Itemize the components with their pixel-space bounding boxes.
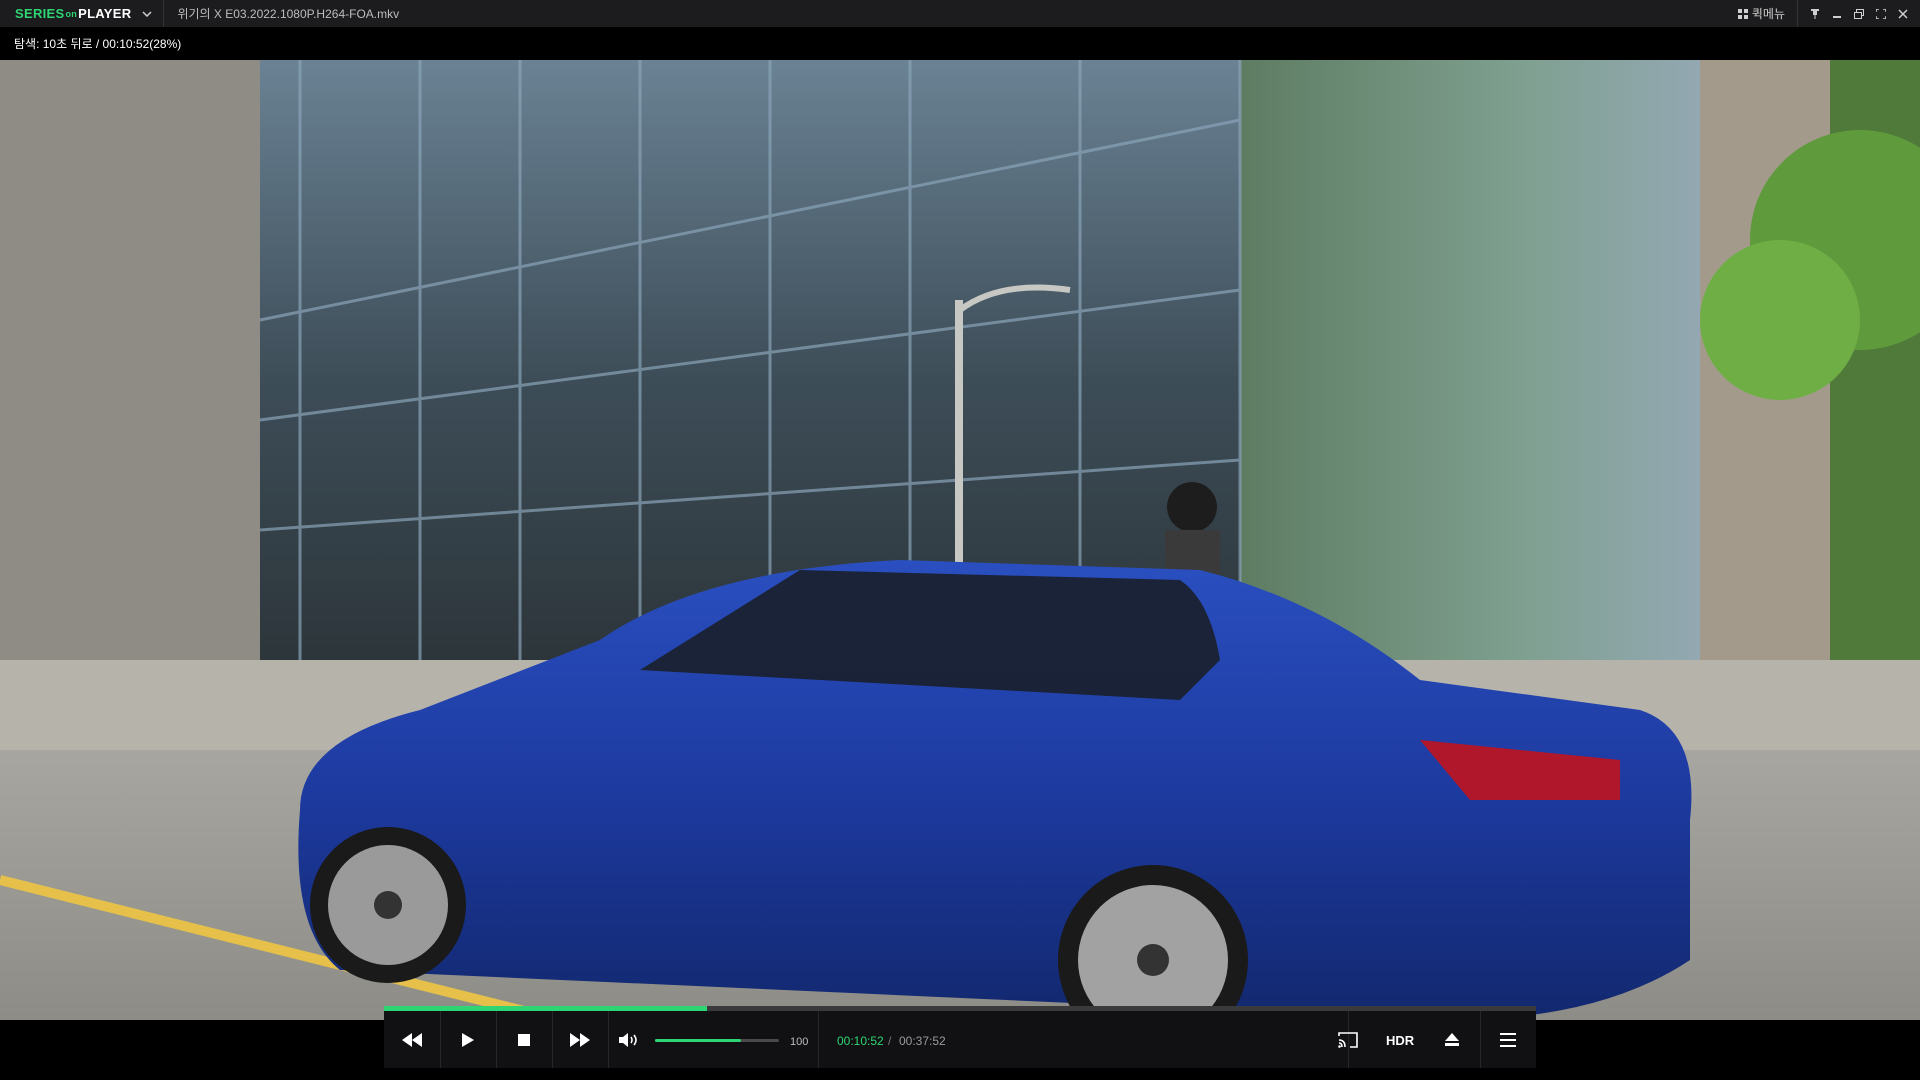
- pin-button[interactable]: [1804, 0, 1826, 27]
- player-control-bar: 100 00:10:52 / 00:37:52 HDR: [384, 1006, 1536, 1068]
- volume-icon: [619, 1032, 637, 1047]
- pin-icon: [1811, 8, 1819, 19]
- eject-button[interactable]: [1424, 1011, 1480, 1068]
- expand-icon: [1876, 8, 1886, 19]
- time-separator: /: [888, 1034, 892, 1048]
- title-bar: SERIES on PLAYER 위기의 X E03.2022.1080P.H2…: [0, 0, 1920, 27]
- restore-button[interactable]: [1848, 0, 1870, 27]
- chevron-down-icon[interactable]: [137, 4, 157, 24]
- grid-icon: [1737, 8, 1748, 19]
- rewind-button[interactable]: [384, 1011, 440, 1068]
- restore-icon: [1854, 8, 1864, 19]
- mute-button[interactable]: [608, 1011, 652, 1068]
- video-frame[interactable]: [0, 60, 1920, 1020]
- volume-value: 100: [790, 1036, 809, 1048]
- osd-message: 탐색: 10초 뒤로 / 00:10:52(28%): [14, 37, 182, 51]
- play-button[interactable]: [440, 1011, 496, 1068]
- logo-text-series: SERIES: [15, 6, 65, 21]
- window-controls: 퀵메뉴: [1737, 0, 1920, 27]
- play-icon: [462, 1032, 474, 1047]
- quick-menu-label: 퀵메뉴: [1751, 7, 1785, 21]
- file-title: 위기의 X E03.2022.1080P.H264-FOA.mkv: [177, 7, 400, 21]
- volume-slider[interactable]: [655, 1039, 779, 1042]
- osd-bar: 탐색: 10초 뒤로 / 00:10:52(28%): [0, 27, 1920, 60]
- quick-menu-button[interactable]: 퀵메뉴: [1737, 5, 1785, 22]
- logo-text-player: PLAYER: [78, 6, 132, 21]
- control-divider: [818, 1011, 819, 1068]
- total-time: 00:37:52: [899, 1034, 946, 1048]
- rewind-icon: [402, 1032, 422, 1047]
- minimize-button[interactable]: [1826, 0, 1848, 27]
- menu-button[interactable]: [1480, 1011, 1536, 1068]
- minimize-icon: [1833, 15, 1841, 18]
- fast-forward-button[interactable]: [552, 1011, 608, 1068]
- video-scene: [0, 60, 1920, 1020]
- stop-button[interactable]: [496, 1011, 552, 1068]
- cast-button[interactable]: [1320, 1011, 1376, 1068]
- app-logo[interactable]: SERIES on PLAYER: [15, 6, 131, 21]
- title-divider-right: [1797, 0, 1798, 27]
- close-button[interactable]: [1892, 0, 1914, 27]
- fullscreen-button[interactable]: [1870, 0, 1892, 27]
- volume-slider-fill: [655, 1039, 741, 1042]
- hamburger-menu-icon: [1500, 1032, 1516, 1047]
- eject-icon: [1445, 1032, 1459, 1046]
- fast-forward-icon: [570, 1032, 590, 1047]
- cast-icon: [1338, 1031, 1358, 1048]
- logo-text-on: on: [65, 8, 78, 19]
- title-divider: [163, 0, 165, 27]
- close-icon: [1898, 8, 1908, 19]
- stop-icon: [518, 1033, 530, 1046]
- current-time: 00:10:52: [837, 1034, 884, 1048]
- hdr-button[interactable]: HDR: [1386, 1033, 1414, 1048]
